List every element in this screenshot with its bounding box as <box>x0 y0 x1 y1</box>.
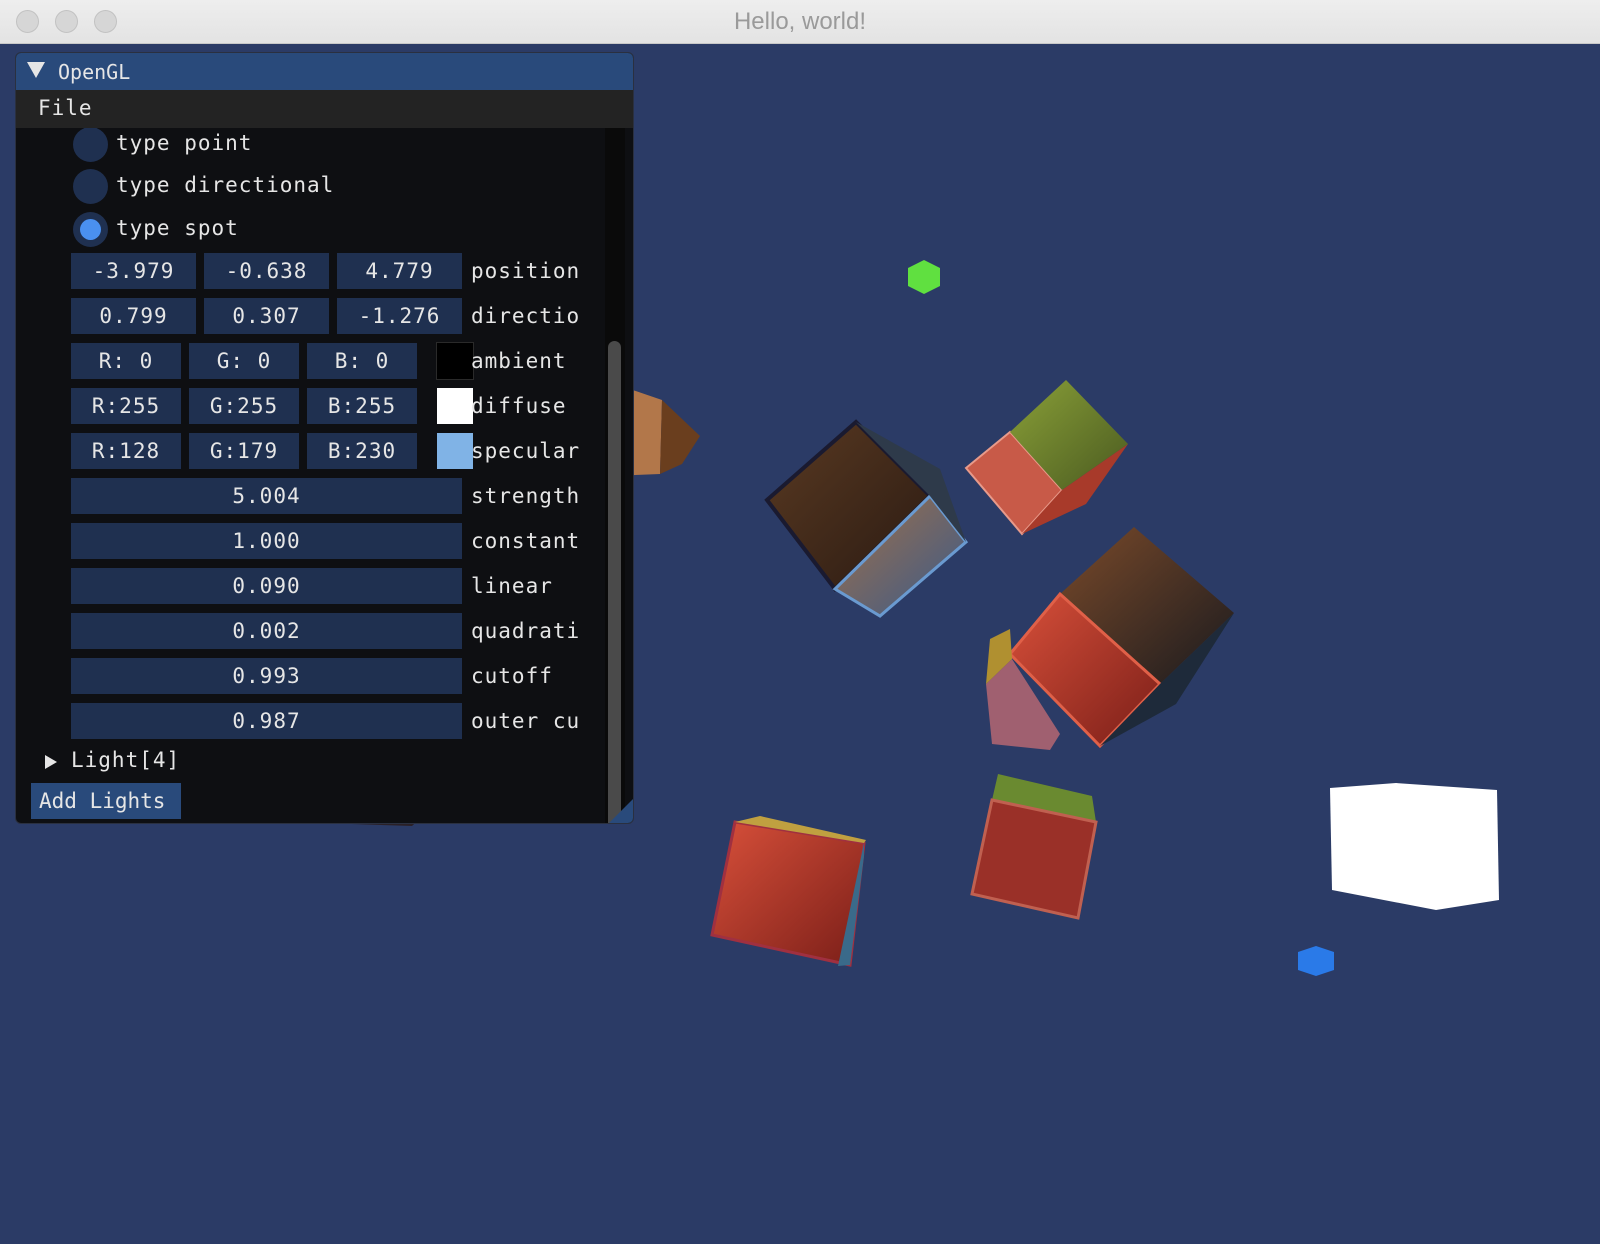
specular-color-swatch[interactable] <box>437 433 473 469</box>
radio-label-point: type point <box>116 131 253 155</box>
radio-label-spot: type spot <box>116 216 239 240</box>
outer-cutoff-label: outer cu <box>471 709 581 733</box>
app-window: Hello, world! OpenGL File type point typ… <box>0 0 1600 1244</box>
strength-label: strength <box>471 484 581 508</box>
position-z-field[interactable]: 4.779 <box>337 253 462 289</box>
crate-red-green <box>964 380 1128 536</box>
specular-label: specular <box>471 439 581 463</box>
blue-light-cube <box>1298 946 1334 976</box>
crate-red-green-top <box>970 774 1098 920</box>
radio-type-directional[interactable] <box>73 169 108 204</box>
specular-b-field[interactable]: B:230 <box>307 433 417 469</box>
specular-r-field[interactable]: R:128 <box>71 433 181 469</box>
window-title: Hello, world! <box>733 8 867 35</box>
diffuse-label: diffuse <box>471 394 567 418</box>
ambient-r-field[interactable]: R: 0 <box>71 343 181 379</box>
menu-file[interactable]: File <box>38 96 93 120</box>
crate-red-bottom <box>710 816 866 967</box>
direction-label: directio <box>471 304 581 328</box>
position-y-field[interactable]: -0.638 <box>204 253 329 289</box>
constant-label: constant <box>471 529 581 553</box>
panel-content: type point type directional type spot -3… <box>16 128 633 823</box>
collapse-arrow-icon[interactable] <box>27 62 45 78</box>
ambient-color-swatch[interactable] <box>436 342 474 380</box>
position-label: position <box>471 259 581 283</box>
cutoff-label: cutoff <box>471 664 553 688</box>
direction-y-field[interactable]: 0.307 <box>204 298 329 334</box>
constant-slider[interactable]: 1.000 <box>71 523 462 559</box>
linear-label: linear <box>471 574 553 598</box>
ambient-g-field[interactable]: G: 0 <box>189 343 299 379</box>
quadratic-label: quadrati <box>471 619 581 643</box>
diffuse-color-swatch[interactable] <box>437 388 473 424</box>
diffuse-b-field[interactable]: B:255 <box>307 388 417 424</box>
radio-label-directional: type directional <box>116 173 335 197</box>
tree-node-light-4[interactable]: Light[4] <box>71 748 180 772</box>
resize-grip[interactable] <box>609 799 633 823</box>
strength-slider[interactable]: 5.004 <box>71 478 462 514</box>
ambient-label: ambient <box>471 349 567 373</box>
opengl-panel: OpenGL File type point type directional … <box>15 52 634 824</box>
direction-x-field[interactable]: 0.799 <box>71 298 196 334</box>
panel-title-bar[interactable]: OpenGL <box>16 53 633 90</box>
radio-type-spot[interactable] <box>73 212 108 247</box>
title-bar: Hello, world! <box>0 0 1600 44</box>
diffuse-g-field[interactable]: G:255 <box>189 388 299 424</box>
diffuse-r-field[interactable]: R:255 <box>71 388 181 424</box>
specular-g-field[interactable]: G:179 <box>189 433 299 469</box>
crate-big-red <box>986 527 1234 750</box>
crate-dark <box>764 419 969 618</box>
linear-slider[interactable]: 0.090 <box>71 568 462 604</box>
panel-title: OpenGL <box>58 60 131 84</box>
menu-bar: File <box>16 90 633 128</box>
cutoff-slider[interactable]: 0.993 <box>71 658 462 694</box>
direction-z-field[interactable]: -1.276 <box>337 298 462 334</box>
quadratic-slider[interactable]: 0.002 <box>71 613 462 649</box>
white-light-cube <box>1330 783 1499 910</box>
green-light-cube <box>908 260 940 294</box>
radio-type-point[interactable] <box>73 128 108 162</box>
tree-expand-arrow-icon[interactable] <box>45 755 57 769</box>
ambient-b-field[interactable]: B: 0 <box>307 343 417 379</box>
outer-cutoff-slider[interactable]: 0.987 <box>71 703 462 739</box>
position-x-field[interactable]: -3.979 <box>71 253 196 289</box>
scrollbar-thumb[interactable] <box>608 341 621 823</box>
add-lights-button[interactable]: Add Lights <box>31 783 181 819</box>
